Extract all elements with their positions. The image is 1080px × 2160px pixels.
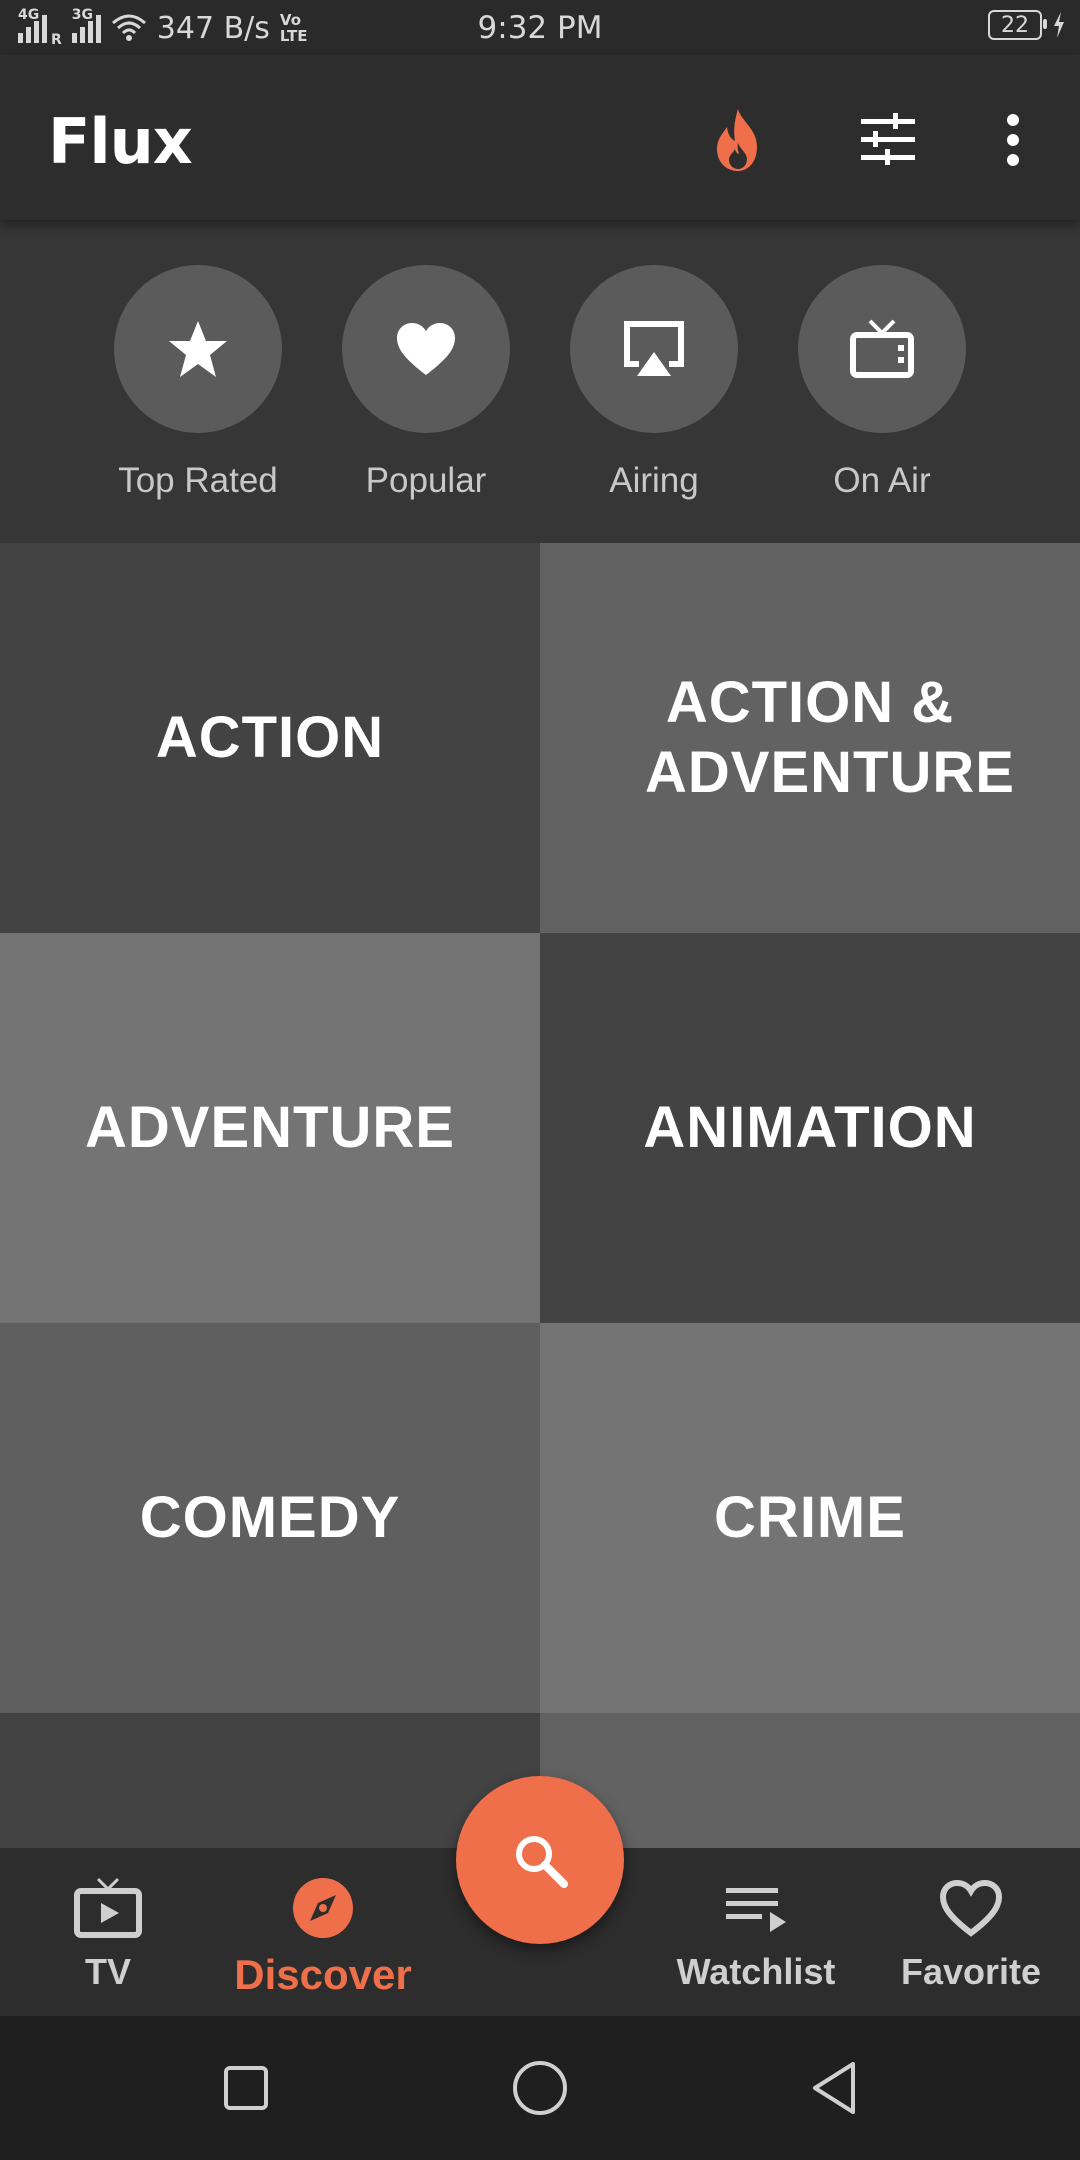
system-nav-bar [0, 2016, 1080, 2160]
genre-tile-action-adventure[interactable]: ACTION & ADVENTURE [540, 543, 1080, 933]
quick-link-label: Top Rated [118, 461, 278, 500]
nav-favorite[interactable]: Favorite [871, 1873, 1071, 1993]
battery-icon: 22 [988, 10, 1047, 40]
battery-level: 22 [1001, 12, 1029, 38]
playlist-icon [726, 1888, 786, 1932]
quick-link-on-air[interactable]: On Air [797, 265, 967, 501]
genre-label: ADVENTURE [85, 1095, 455, 1160]
genre-label: CRIME [714, 1485, 906, 1550]
quick-link-label: Airing [609, 461, 699, 500]
app-title: Flux [48, 105, 193, 178]
tv-icon [798, 265, 966, 433]
nav-discover[interactable]: Discover [223, 1873, 423, 1999]
quick-links: Top Rated Popular Airing On Air [0, 220, 1080, 543]
compass-icon [293, 1878, 353, 1938]
genre-tile-comedy[interactable]: COMEDY [0, 1323, 540, 1713]
star-icon [114, 265, 282, 433]
genre-label: COMEDY [139, 1485, 401, 1550]
nav-label: Discover [234, 1951, 412, 1998]
quick-link-label: Popular [365, 461, 487, 500]
genre-tile-adventure[interactable]: ADVENTURE [0, 933, 540, 1323]
nav-watchlist[interactable]: Watchlist [656, 1873, 856, 1993]
recents-button[interactable] [216, 2058, 276, 2118]
genre-label: ANIMATION [643, 1095, 977, 1160]
genre-label: ACTION [155, 705, 385, 770]
charging-icon [1054, 12, 1064, 38]
home-button[interactable] [510, 2058, 570, 2118]
clock: 9:32 PM [477, 10, 603, 46]
genre-tile-crime[interactable]: CRIME [540, 1323, 1080, 1713]
airplay-icon [570, 265, 738, 433]
search-fab[interactable] [456, 1776, 624, 1944]
more-vert-icon[interactable] [978, 105, 1048, 175]
back-button[interactable] [804, 2058, 864, 2118]
search-icon [516, 1836, 568, 1888]
quick-link-popular[interactable]: Popular [341, 265, 511, 501]
genre-tile-action[interactable]: ACTION [0, 543, 540, 933]
nav-tv[interactable]: TV [8, 1873, 208, 1993]
back-triangle-icon [813, 2062, 855, 2114]
circle-icon [513, 2061, 567, 2115]
quick-link-airing[interactable]: Airing [569, 265, 739, 501]
heart-outline-icon [939, 1879, 1003, 1937]
status-bar: 4G R 3G 347 B/s Vo LTE 9:32 PM 22 [0, 0, 1080, 55]
fire-icon[interactable] [703, 105, 773, 175]
genre-tile-animation[interactable]: ANIMATION [540, 933, 1080, 1323]
nav-label: Favorite [900, 1951, 1042, 1992]
filter-sliders-icon[interactable] [853, 105, 923, 175]
quick-link-top-rated[interactable]: Top Rated [113, 265, 283, 501]
nav-label: TV [84, 1951, 131, 1992]
genre-label: ACTION & ADVENTURE [645, 670, 1015, 805]
app-bar: Flux [0, 55, 1080, 220]
tv-play-icon [74, 1877, 142, 1938]
nav-label: Watchlist [676, 1951, 836, 1992]
heart-icon [342, 265, 510, 433]
square-icon [224, 2066, 268, 2110]
quick-link-label: On Air [833, 461, 931, 500]
